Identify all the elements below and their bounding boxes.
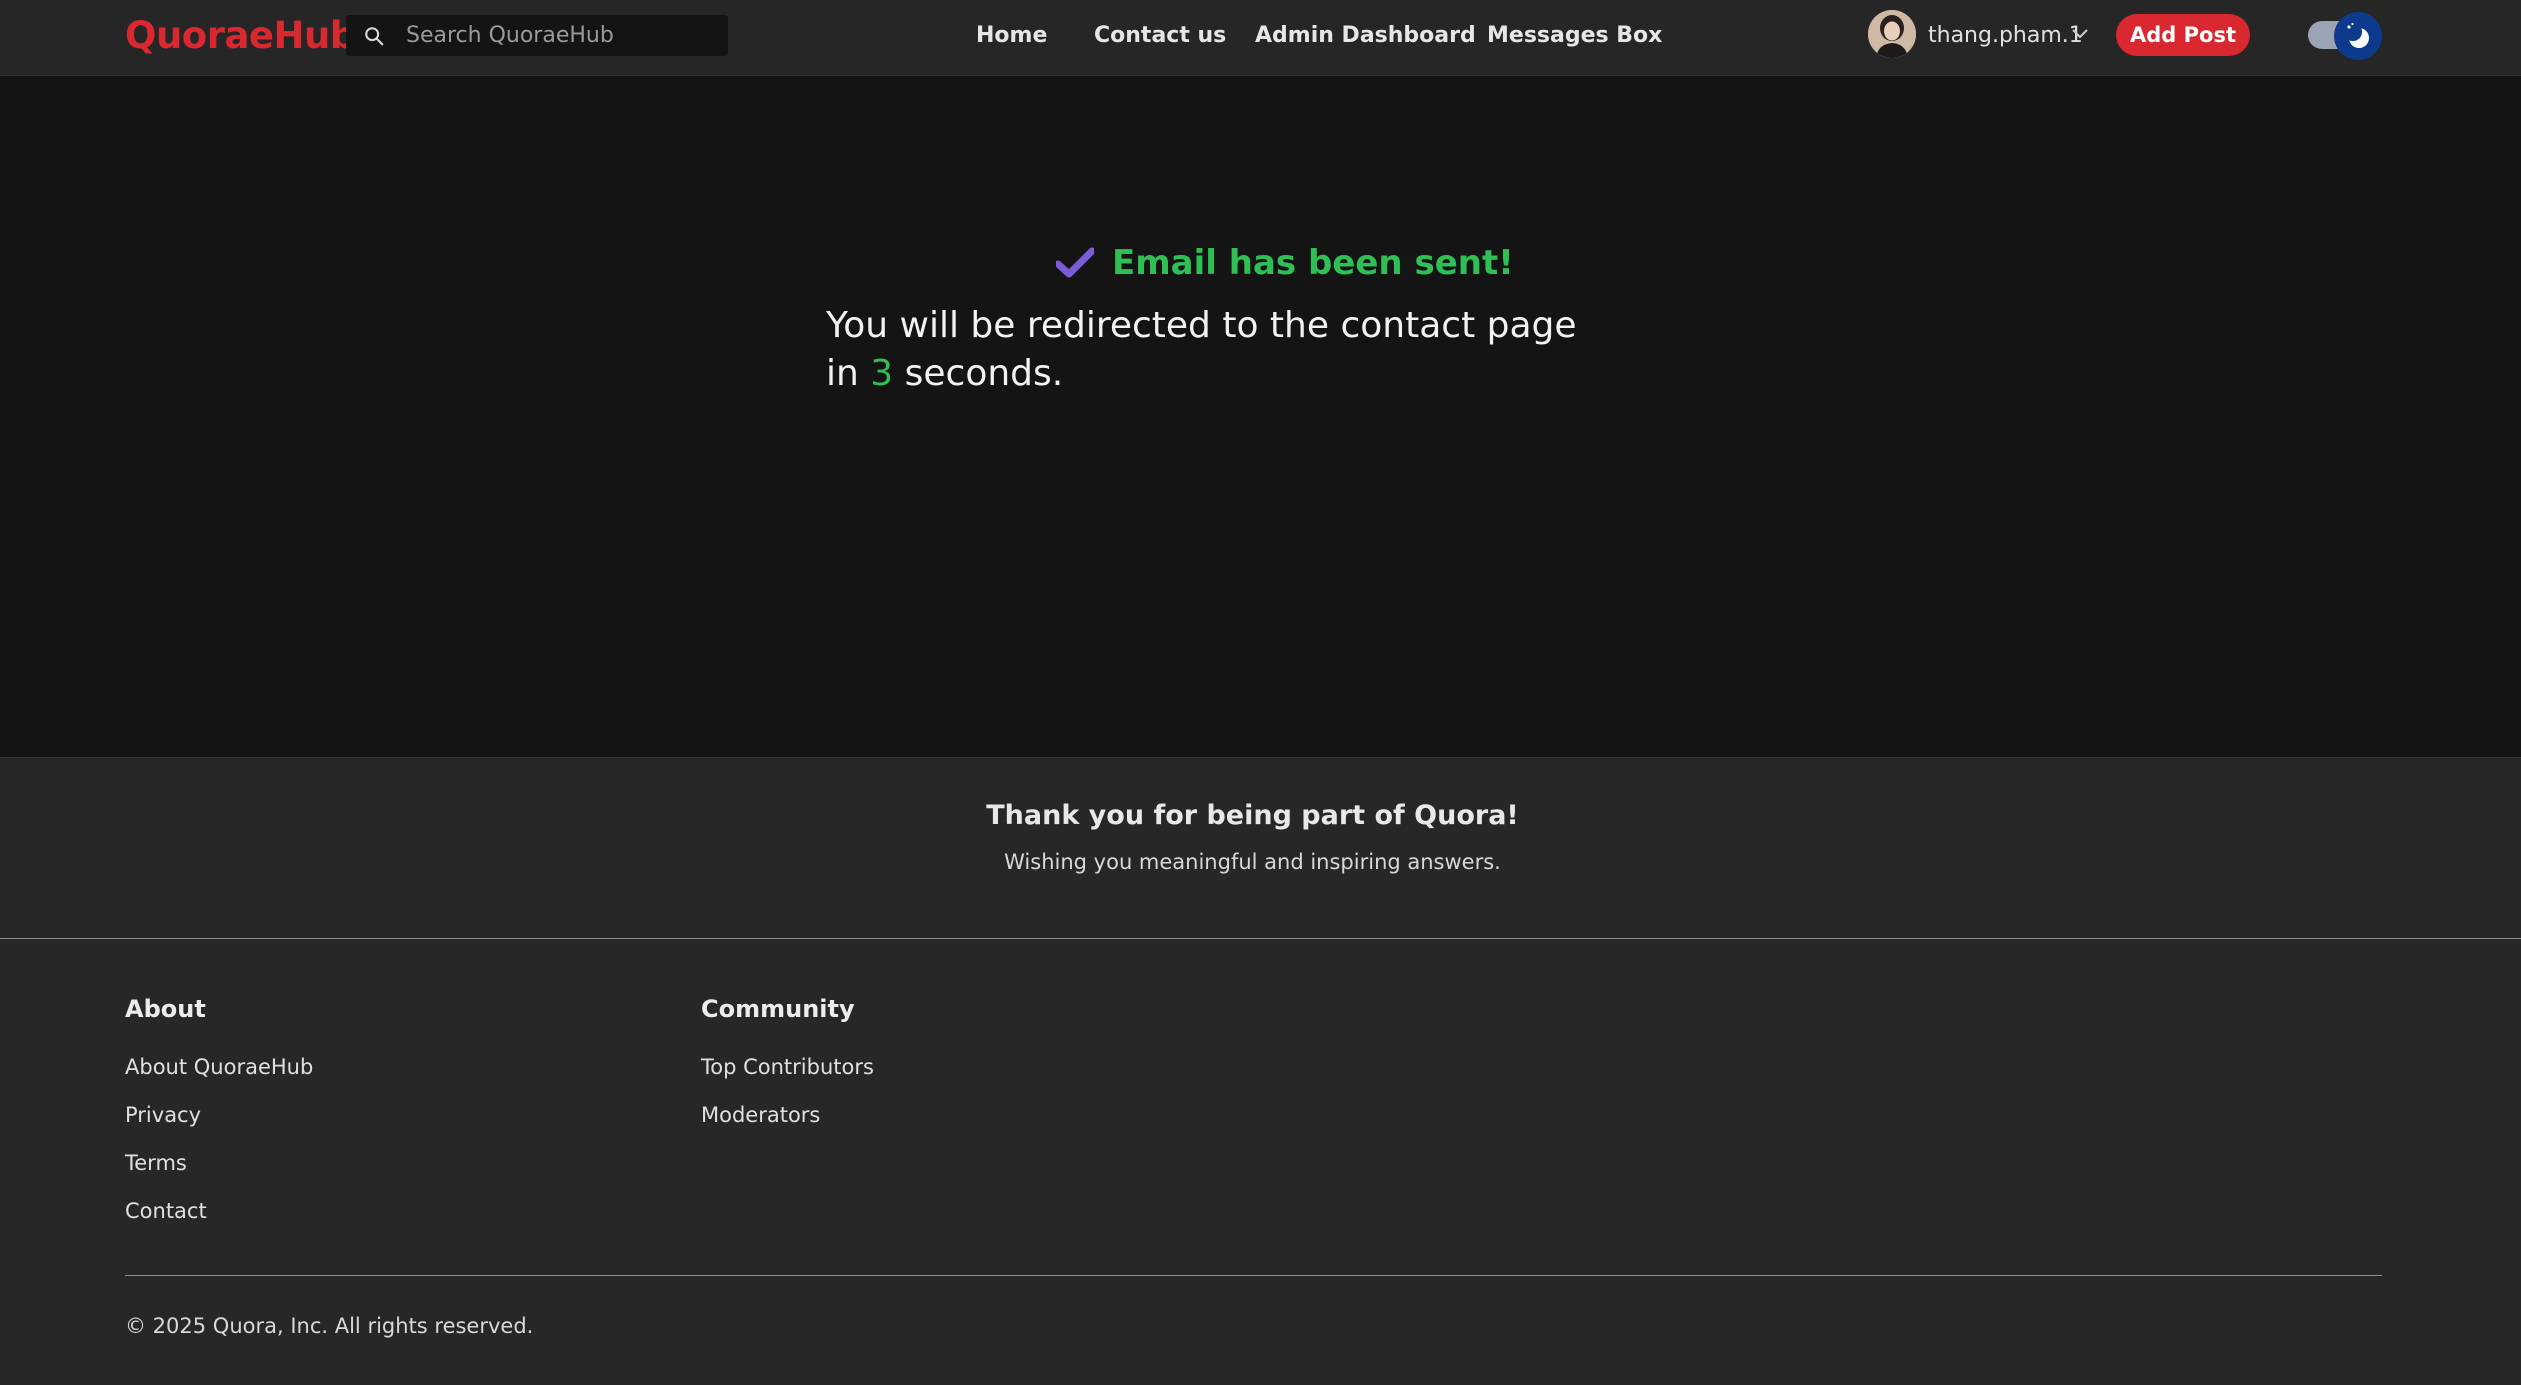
nav-messages-box[interactable]: Messages Box (1487, 0, 1662, 72)
moon-icon (2344, 22, 2369, 48)
footer: About About QuoraeHub Privacy Terms Cont… (0, 939, 2521, 1385)
nav-admin-dashboard[interactable]: Admin Dashboard (1255, 0, 1476, 72)
footer-divider (125, 1275, 2382, 1276)
footer-link-contact[interactable]: Contact (125, 1193, 313, 1241)
avatar[interactable] (1868, 10, 1916, 58)
checkmark-icon (1056, 247, 1094, 278)
countdown-value: 3 (870, 353, 894, 394)
search-placeholder: Search QuoraeHub (406, 23, 614, 48)
logo[interactable]: QuoraeHub (125, 14, 356, 58)
footer-link-terms[interactable]: Terms (125, 1145, 313, 1193)
success-title: Email has been sent! (1112, 243, 1514, 283)
top-navbar: QuoraeHub Search QuoraeHub Home Contact … (0, 0, 2521, 76)
copyright: © 2025 Quora, Inc. All rights reserved. (125, 1314, 534, 1338)
nav-home[interactable]: Home (976, 0, 1047, 72)
footer-community-heading: Community (701, 995, 855, 1023)
redirect-suffix: seconds. (893, 353, 1064, 394)
main-content: Email has been sent! You will be redirec… (0, 76, 2521, 757)
add-post-button[interactable]: Add Post (2116, 14, 2250, 56)
chevron-down-icon[interactable] (2070, 27, 2090, 41)
footer-community-column: Community Top Contributors Moderators (701, 991, 874, 1145)
avatar-image (1868, 10, 1916, 58)
footer-link-top-contributors[interactable]: Top Contributors (701, 1049, 874, 1097)
thank-you-subtitle: Wishing you meaningful and inspiring ans… (1004, 850, 1501, 874)
theme-toggle-knob[interactable] (2334, 12, 2382, 60)
username[interactable]: thang.pham.1 (1928, 0, 2083, 72)
thank-you-title: Thank you for being part of Quora! (986, 800, 1519, 831)
footer-link-moderators[interactable]: Moderators (701, 1097, 874, 1145)
nav-contact-us[interactable]: Contact us (1094, 0, 1226, 72)
search-input[interactable]: Search QuoraeHub (346, 15, 728, 56)
redirect-message: You will be redirected to the contact pa… (826, 302, 1606, 398)
footer-link-about-quoraehub[interactable]: About QuoraeHub (125, 1049, 313, 1097)
footer-about-heading: About (125, 995, 206, 1023)
footer-about-column: About About QuoraeHub Privacy Terms Cont… (125, 991, 313, 1241)
footer-link-privacy[interactable]: Privacy (125, 1097, 313, 1145)
thank-you-section: Thank you for being part of Quora! Wishi… (0, 757, 2521, 939)
search-icon (365, 27, 384, 46)
